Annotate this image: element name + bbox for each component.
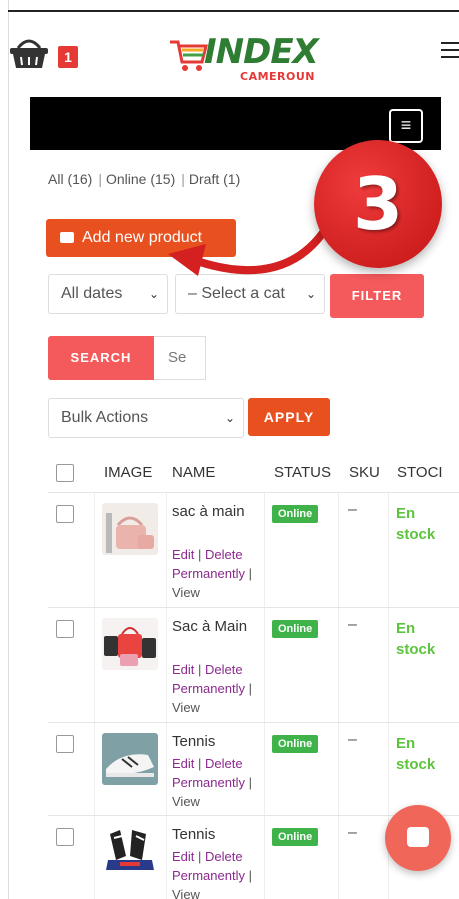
row-actions: Edit | Delete Permanently | View [172,847,264,899]
cart-logo-icon [170,40,208,71]
edit-link[interactable]: Edit [172,662,194,677]
row-checkbox[interactable] [56,505,74,523]
sku-value: – [348,616,357,633]
row-actions: Edit | Delete Permanently | View [172,756,252,809]
stock-status: En stock [396,735,436,773]
sku-value: – [348,824,357,841]
product-name[interactable]: sac à main [172,501,252,522]
product-image[interactable] [102,503,158,555]
apply-button[interactable]: APPLY [248,398,330,436]
row-checkbox[interactable] [56,735,74,753]
chevron-down-icon: ⌄ [224,411,235,425]
chat-icon [407,827,429,847]
add-new-product-button[interactable]: Add new product [46,219,236,257]
view-link[interactable]: View [172,887,200,899]
site-header: 1 INDEX CAMEROUN [8,12,459,94]
stock-status: En stock [396,505,436,543]
menu-icon[interactable] [441,42,459,64]
status-badge: Online [272,735,319,753]
chevron-down-icon: ⌄ [148,287,159,301]
stock-status: En stock [396,620,436,658]
dates-select[interactable]: All dates ⌄ [48,274,168,314]
filter-online-link[interactable]: Online (15) [106,171,175,187]
status-badge: Online [272,505,319,523]
edit-link[interactable]: Edit [172,756,194,771]
filter-all-link[interactable]: All (16) [48,171,92,187]
chevron-down-icon: ⌄ [305,287,316,301]
dashboard-menu-icon[interactable]: ≡ [389,109,423,143]
site-logo[interactable]: INDEX CAMEROUN [168,30,319,90]
column-stock[interactable]: STOCI [397,464,443,481]
filter-button[interactable]: FILTER [330,274,424,318]
product-name[interactable]: Tennis [172,824,252,845]
table-row: Sac à Main Edit | Delete Permanently | V… [48,608,459,723]
select-all-checkbox[interactable] [56,464,74,482]
row-actions: Edit | Delete Permanently | View [172,662,252,715]
column-status[interactable]: STATUS [274,464,331,481]
filter-draft-link[interactable]: Draft (1) [189,171,240,187]
table-row: Tennis Edit | Delete Permanently | View … [48,723,459,816]
logo-text: INDEX [204,32,319,72]
product-image[interactable] [102,826,158,878]
status-badge: Online [272,828,319,846]
product-image[interactable] [102,618,158,670]
row-checkbox[interactable] [56,620,74,638]
product-name[interactable]: Sac à Main [172,616,252,637]
column-sku[interactable]: SKU [349,464,380,481]
sku-value: – [348,501,357,518]
edit-link[interactable]: Edit [172,547,194,562]
product-image[interactable] [102,733,158,785]
view-link[interactable]: View [172,700,200,715]
briefcase-icon [60,232,74,243]
table-row: sac à main Edit | Delete Permanently | V… [48,493,459,608]
cart-count-badge: 1 [58,46,78,68]
step-number-badge: 3 [314,140,442,268]
chat-button[interactable] [385,805,451,871]
view-link[interactable]: View [172,794,200,809]
cart-icon[interactable] [8,34,50,70]
search-input[interactable]: Se [154,336,206,380]
row-checkbox[interactable] [56,828,74,846]
search-button[interactable]: SEARCH [48,336,154,380]
page-border [8,0,9,899]
column-image[interactable]: IMAGE [104,464,152,481]
sku-value: – [348,731,357,748]
edit-link[interactable]: Edit [172,849,194,864]
column-name[interactable]: NAME [172,464,215,481]
row-actions: Edit | Delete Permanently | View [172,547,252,600]
view-link[interactable]: View [172,585,200,600]
status-filter-links: All (16) | Online (15) | Draft (1) [48,171,241,187]
table-header: IMAGE NAME STATUS SKU STOCI [48,455,459,493]
category-select[interactable]: – Select a cat ⌄ [175,274,325,314]
product-name[interactable]: Tennis [172,731,252,752]
status-badge: Online [272,620,319,638]
logo-subtext: CAMEROUN [240,70,316,83]
bulk-actions-select[interactable]: Bulk Actions ⌄ [48,398,244,438]
